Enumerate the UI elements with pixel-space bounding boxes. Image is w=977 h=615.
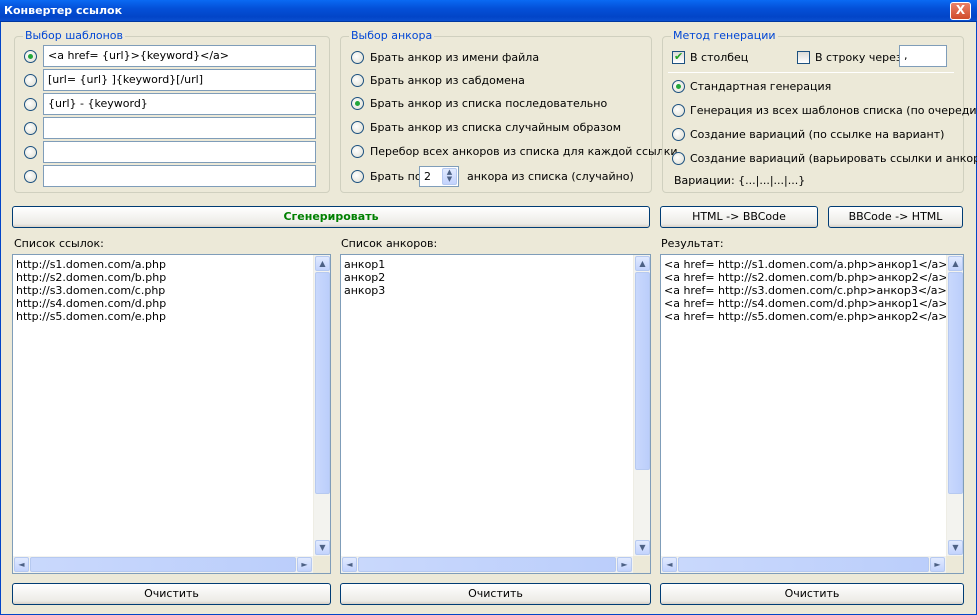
close-button[interactable]: X (950, 2, 971, 20)
anchor-count-spinner[interactable]: 2 ▲ ▼ (419, 166, 459, 187)
row-separator-input[interactable]: , (899, 45, 947, 67)
anchors-vscroll-thumb[interactable] (635, 272, 650, 470)
anchor-option-all: Перебор всех анкоров из списка для каждо… (370, 145, 678, 158)
result-hscroll-thumb[interactable] (678, 557, 929, 572)
scroll-down-icon[interactable]: ▼ (948, 540, 963, 555)
anchors-hscrollbar[interactable]: ◄ ► (341, 556, 633, 573)
scroll-down-icon[interactable]: ▼ (635, 540, 650, 555)
bbcode-to-html-button[interactable]: BBCode -> HTML (828, 206, 963, 228)
scroll-right-icon[interactable]: ► (297, 557, 312, 572)
links-vscrollbar[interactable]: ▲ ▼ (313, 255, 330, 556)
template-radio-4[interactable] (24, 122, 37, 135)
template-input-5[interactable] (43, 141, 316, 163)
row-label: В строку через (815, 51, 902, 64)
anchor-radio-all[interactable] (351, 145, 364, 158)
anchors-hscroll-thumb[interactable] (358, 557, 616, 572)
method-option-all-templates: Генерация из всех шаблонов списка (по оч… (690, 104, 977, 117)
scroll-left-icon[interactable]: ◄ (342, 557, 357, 572)
anchors-label: Список анкоров: (341, 237, 438, 250)
links-vscroll-thumb[interactable] (315, 272, 330, 494)
clear-anchors-button[interactable]: Очистить (340, 583, 651, 605)
anchors-vscrollbar[interactable]: ▲ ▼ (633, 255, 650, 556)
method-separator (668, 72, 954, 73)
anchor-radio-subdomain[interactable] (351, 74, 364, 87)
anchor-option-subdomain: Брать анкор из сабдомена (370, 74, 525, 87)
template-radio-1[interactable] (24, 50, 37, 63)
anchors-scroll-corner (633, 556, 650, 573)
scroll-right-icon[interactable]: ► (617, 557, 632, 572)
method-radio-standard[interactable] (672, 80, 685, 93)
template-input-4[interactable] (43, 117, 316, 139)
method-radio-all-templates[interactable] (672, 104, 685, 117)
template-radio-2[interactable] (24, 74, 37, 87)
template-input-2[interactable]: [url= {url} ]{keyword}[/url] (43, 69, 316, 91)
links-scroll-corner (313, 556, 330, 573)
templates-legend: Выбор шаблонов (23, 29, 125, 42)
anchor-radio-take[interactable] (351, 170, 364, 183)
variations-text: Вариации: {...|...|...|...} (674, 174, 806, 187)
result-label: Результат: (661, 237, 724, 250)
scroll-down-icon[interactable]: ▼ (315, 540, 330, 555)
anchors-textarea[interactable]: анкор1 анкор2 анкор3 ▲ ▼ ◄ ► (340, 254, 651, 574)
template-input-1[interactable]: <a href= {url}>{keyword}</a> (43, 45, 316, 67)
anchor-legend: Выбор анкора (349, 29, 435, 42)
anchor-take-suffix: анкора из списка (случайно) (467, 170, 634, 183)
result-text: <a href= http://s1.domen.com/a.php>анкор… (664, 258, 948, 323)
result-scroll-corner (946, 556, 963, 573)
method-option-standard: Стандартная генерация (690, 80, 832, 93)
clear-result-button[interactable]: Очистить (660, 583, 964, 605)
anchor-radio-sequential[interactable] (351, 97, 364, 110)
links-hscrollbar[interactable]: ◄ ► (13, 556, 313, 573)
anchor-option-filename: Брать анкор из имени файла (370, 51, 540, 64)
links-textarea[interactable]: http://s1.domen.com/a.php http://s2.dome… (12, 254, 331, 574)
scroll-left-icon[interactable]: ◄ (662, 557, 677, 572)
window-title: Конвертер ссылок (4, 4, 123, 17)
links-label: Список ссылок: (14, 237, 104, 250)
anchor-take-prefix: Брать по (370, 170, 422, 183)
anchor-radio-filename[interactable] (351, 51, 364, 64)
spinner-arrows-icon[interactable]: ▲ ▼ (442, 168, 457, 185)
template-radio-5[interactable] (24, 146, 37, 159)
template-input-3[interactable]: {url} - {keyword} (43, 93, 316, 115)
method-radio-variations-link[interactable] (672, 128, 685, 141)
anchor-count-value: 2 (424, 170, 431, 183)
column-checkbox[interactable] (672, 50, 685, 64)
template-radio-3[interactable] (24, 98, 37, 111)
links-text: http://s1.domen.com/a.php http://s2.dome… (16, 258, 167, 323)
method-legend: Метод генерации (671, 29, 778, 42)
result-hscrollbar[interactable]: ◄ ► (661, 556, 946, 573)
scroll-right-icon[interactable]: ► (930, 557, 945, 572)
scroll-up-icon[interactable]: ▲ (948, 256, 963, 271)
scroll-left-icon[interactable]: ◄ (14, 557, 29, 572)
links-hscroll-thumb[interactable] (30, 557, 296, 572)
column-label: В столбец (690, 51, 749, 64)
result-vscrollbar[interactable]: ▲ ▼ (946, 255, 963, 556)
anchors-text: анкор1 анкор2 анкор3 (344, 258, 386, 297)
method-option-variations-link: Создание вариаций (по ссылке на вариант) (690, 128, 945, 141)
method-radio-variations-vary[interactable] (672, 152, 685, 165)
anchor-option-random: Брать анкор из списка случайным образом (370, 121, 622, 134)
result-vscroll-thumb[interactable] (948, 272, 963, 494)
row-checkbox[interactable] (797, 51, 810, 64)
anchor-option-sequential: Брать анкор из списка последовательно (370, 97, 608, 110)
clear-links-button[interactable]: Очистить (12, 583, 331, 605)
template-input-6[interactable] (43, 165, 316, 187)
anchor-radio-random[interactable] (351, 121, 364, 134)
result-textarea[interactable]: <a href= http://s1.domen.com/a.php>анкор… (660, 254, 964, 574)
generate-button[interactable]: Сгенерировать (12, 206, 650, 228)
html-to-bbcode-button[interactable]: HTML -> BBCode (660, 206, 818, 228)
title-bar: Конвертер ссылок X (0, 0, 977, 22)
scroll-up-icon[interactable]: ▲ (635, 256, 650, 271)
method-option-variations-vary: Создание вариаций (варьировать ссылки и … (690, 152, 977, 165)
template-radio-6[interactable] (24, 170, 37, 183)
scroll-up-icon[interactable]: ▲ (315, 256, 330, 271)
